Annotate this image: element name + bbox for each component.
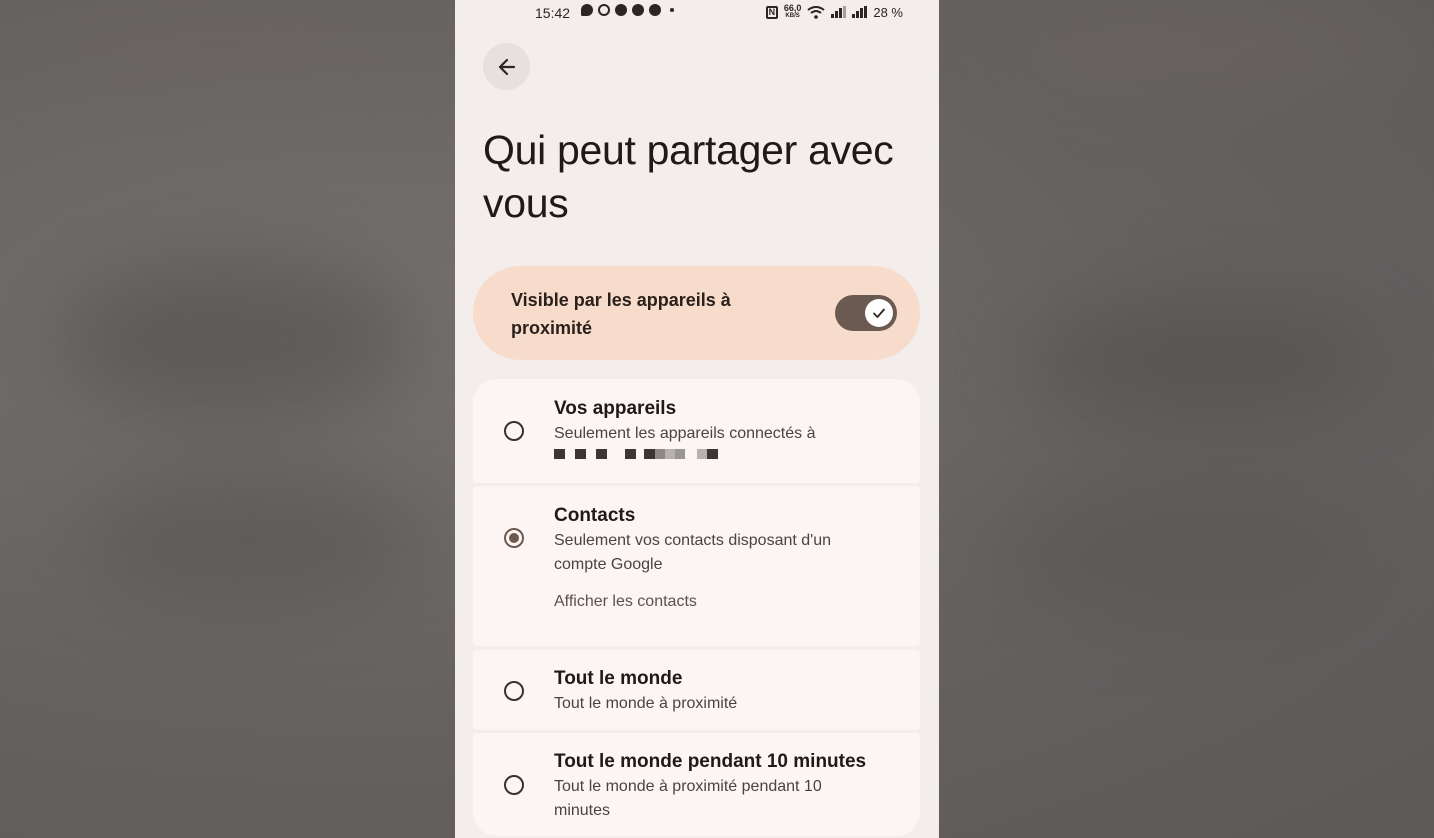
option-vos-appareils[interactable]: Vos appareils Seulement les appareils co… xyxy=(473,379,920,483)
option-description: Tout le monde à proximité pendant 10 min… xyxy=(554,778,822,819)
wifi-icon xyxy=(807,5,825,19)
back-button[interactable] xyxy=(483,43,530,90)
option-title: Tout le monde pendant 10 minutes xyxy=(554,751,867,772)
notification-icons xyxy=(581,4,674,16)
signal-icon xyxy=(852,6,868,18)
option-contacts[interactable]: Contacts Seulement vos contacts disposan… xyxy=(473,486,920,646)
background-blur xyxy=(1000,480,1360,620)
option-title: Contacts xyxy=(554,505,636,526)
radio-button[interactable] xyxy=(504,421,524,441)
background-blur xyxy=(10,0,430,90)
show-contacts-link[interactable]: Afficher les contacts xyxy=(554,593,697,611)
option-title: Vos appareils xyxy=(554,398,677,419)
option-description: Tout le monde à proximité xyxy=(554,695,738,712)
background-blur xyxy=(1020,300,1380,420)
more-notifications-icon xyxy=(670,8,674,12)
radio-button[interactable] xyxy=(504,775,524,795)
background-blur xyxy=(80,470,420,610)
status-time: 15:42 xyxy=(535,5,571,21)
signal-icon xyxy=(831,6,847,18)
option-tout-le-monde-10-minutes[interactable]: Tout le monde pendant 10 minutes Tout le… xyxy=(473,733,920,836)
background-blur xyxy=(60,260,420,420)
option-description: Seulement vos contacts disposant d'un co… xyxy=(554,532,831,573)
network-speed-unit: KB/S xyxy=(785,13,800,19)
option-description: Seulement les appareils connectés à xyxy=(554,425,816,442)
nfc-icon: N xyxy=(765,5,778,19)
radio-button[interactable] xyxy=(504,681,524,701)
option-title: Tout le monde xyxy=(554,668,683,689)
arrow-left-icon xyxy=(498,58,515,75)
status-indicators: N 66,0 KB/S 28 % xyxy=(765,4,903,20)
radio-dot xyxy=(509,533,519,543)
messenger-icon xyxy=(632,4,644,16)
background-blur xyxy=(1000,0,1420,90)
phone-screen: 15:42 N 66,0 KB/S 28 % Qui peut partager… xyxy=(455,0,939,838)
check-icon xyxy=(873,308,885,318)
visibility-toggle-card[interactable]: Visible par les appareils à proximité xyxy=(473,266,920,360)
status-bar: 15:42 N 66,0 KB/S 28 % xyxy=(455,0,939,26)
whatsapp-icon xyxy=(598,4,610,16)
page-title: Qui peut partager avec vous xyxy=(483,127,894,226)
visibility-label: Visible par les appareils à proximité xyxy=(511,290,731,338)
switch-knob xyxy=(865,299,893,327)
redacted-account xyxy=(554,449,718,459)
battery-level: 28 % xyxy=(873,4,903,20)
messenger-icon xyxy=(649,4,661,16)
messenger-icon xyxy=(615,4,627,16)
radio-button-selected[interactable] xyxy=(504,528,524,548)
network-speed: 66,0 KB/S xyxy=(784,4,802,20)
option-tout-le-monde[interactable]: Tout le monde Tout le monde à proximité xyxy=(473,650,920,730)
chat-icon xyxy=(581,4,593,16)
visibility-switch[interactable] xyxy=(835,295,897,331)
